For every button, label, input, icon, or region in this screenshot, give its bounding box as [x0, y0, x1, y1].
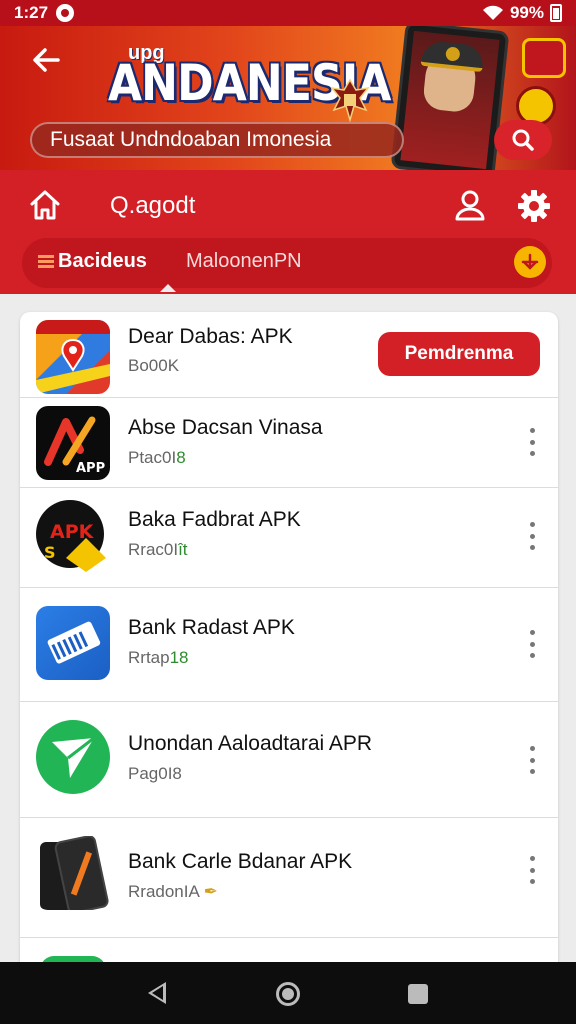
more-options-icon[interactable]: [522, 856, 542, 884]
app-title: Q.agodt: [110, 192, 196, 219]
tab-label: Bacideus: [58, 250, 147, 272]
more-options-icon[interactable]: [522, 522, 542, 550]
search-button[interactable]: [494, 120, 552, 160]
app-logo-icon: APP: [36, 406, 110, 480]
hero-banner: upg ANDANESIA Fusaat Undndoaban Imonesia: [0, 26, 576, 170]
app-list: Dear Dabas: APK Bo00K Pemdrenma APP Abse…: [20, 312, 558, 972]
svg-text:APK: APK: [50, 521, 95, 543]
app-subtitle: Ptac0I8: [128, 448, 186, 467]
list-item[interactable]: Unondan Aaloadtarai APR Pag0I8: [20, 702, 558, 818]
status-bar: 1:27 99%: [0, 0, 576, 26]
list-item[interactable]: Bank Radast APK Rrtap18: [20, 588, 558, 702]
promo-phone-image: [390, 26, 510, 170]
nav-recents-icon[interactable]: [408, 984, 428, 1004]
map-app-icon: [36, 320, 110, 394]
list-item[interactable]: APK S Baka Fadbrat APK Rrac0Iît: [20, 488, 558, 588]
back-arrow-icon[interactable]: [28, 42, 68, 82]
list-icon: [38, 254, 54, 268]
search-icon: [512, 129, 534, 151]
profile-icon[interactable]: [454, 188, 486, 222]
status-time: 1:27: [14, 3, 49, 22]
download-arrow-icon: [521, 253, 539, 270]
apk-badge-icon: APK S: [36, 498, 110, 572]
bank-card-icon: [36, 606, 110, 680]
app-name: Dear Dabas: APK: [128, 325, 293, 348]
nav-home-icon[interactable]: [276, 982, 300, 1006]
battery-icon: [550, 4, 562, 22]
tab-indicator: [160, 284, 176, 292]
tab-label: MaloonenPN: [186, 250, 302, 272]
phone-app-icon: [36, 836, 110, 910]
app-name: Bank Carle Bdanar APK: [128, 850, 353, 873]
app-subtitle: Bo00K: [128, 356, 180, 375]
wifi-icon: [482, 5, 503, 20]
app-name: Baka Fadbrat APK: [128, 508, 301, 531]
app-subtitle: RradonIA ✒: [128, 882, 218, 901]
download-button[interactable]: Pemdrenma: [378, 332, 540, 376]
app-bar: Q.agodt Bacideus MaloonenPN: [0, 170, 576, 294]
download-status-button[interactable]: [514, 246, 546, 278]
app-name: Abse Dacsan Vinasa: [128, 416, 323, 439]
svg-text:S: S: [44, 543, 56, 562]
settings-gear-icon[interactable]: [516, 188, 552, 224]
search-input[interactable]: Fusaat Undndoaban Imonesia: [30, 122, 404, 158]
app-name: Unondan Aaloadtarai APR: [128, 732, 373, 755]
app-name: Bank Radast APK: [128, 616, 295, 639]
list-item[interactable]: APP Abse Dacsan Vinasa Ptac0I8: [20, 398, 558, 488]
badge-icon: [522, 38, 566, 78]
more-options-icon[interactable]: [522, 428, 542, 456]
tab-maloonenpn[interactable]: MaloonenPN: [186, 250, 302, 273]
app-subtitle: Rrtap18: [128, 648, 189, 667]
notification-icon: [56, 4, 75, 22]
nav-back-icon[interactable]: [148, 982, 166, 1004]
list-item[interactable]: Dear Dabas: APK Bo00K Pemdrenma: [20, 312, 558, 398]
send-plane-icon: [36, 720, 110, 794]
battery-percent: 99%: [509, 3, 544, 22]
svg-text:APP: APP: [76, 461, 105, 476]
home-icon[interactable]: [28, 188, 62, 222]
app-subtitle: Pag0I8: [128, 764, 182, 783]
system-nav-bar: [0, 962, 576, 1024]
app-subtitle: Rrac0Iît: [128, 540, 188, 559]
more-options-icon[interactable]: [522, 630, 542, 658]
tab-bar: Bacideus MaloonenPN: [22, 238, 552, 288]
tab-bacideus[interactable]: Bacideus: [38, 250, 147, 273]
list-item[interactable]: Bank Carle Bdanar APK RradonIA ✒: [20, 818, 558, 938]
garuda-emblem-icon: [330, 78, 370, 123]
more-options-icon[interactable]: [522, 746, 542, 774]
